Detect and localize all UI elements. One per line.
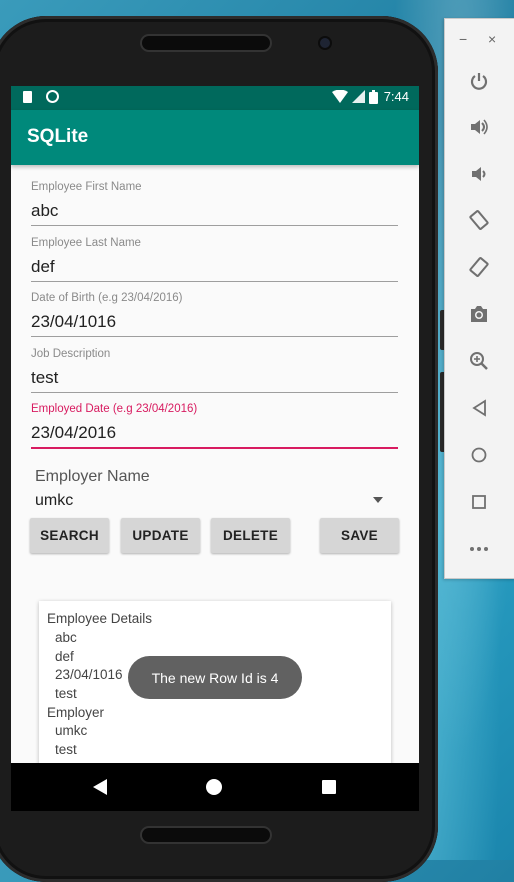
last-name-value[interactable]: def [31,257,398,277]
battery-icon [368,89,378,104]
details-first-name: abc [55,630,77,645]
dob-value[interactable]: 23/04/1016 [31,312,398,332]
rotate-right-icon[interactable] [467,255,491,279]
volume-up-icon[interactable] [467,115,491,139]
details-employer-name: umkc [55,723,88,738]
details-heading: Employee Details [47,611,153,626]
more-icon[interactable] [467,537,491,561]
first-name-value[interactable]: abc [31,201,398,221]
job-description-field[interactable]: Job Description test [31,348,398,393]
employed-date-underline [31,447,398,449]
delete-button[interactable]: DELETE [211,518,290,553]
details-employer-desc: test [55,742,77,757]
front-camera [320,38,330,48]
overview-icon[interactable] [467,490,491,514]
job-description-underline [31,392,398,393]
back-icon[interactable] [467,396,491,420]
wifi-icon [331,90,348,103]
volume-down-icon[interactable] [467,162,491,186]
dob-underline [31,336,398,337]
navigation-bar [11,763,419,811]
zoom-icon[interactable] [467,349,491,373]
dropdown-arrow-icon[interactable] [373,497,383,503]
rotate-left-icon[interactable] [467,208,491,232]
home-icon[interactable] [206,779,222,795]
update-button[interactable]: UPDATE [121,518,200,553]
toast-message: The new Row Id is 4 [128,656,302,699]
last-name-underline [31,281,398,282]
status-time: 7:44 [383,89,409,104]
app-bar: SQLite [11,110,419,165]
camera-icon[interactable] [467,302,491,326]
emulator-toolbar: − × [444,18,514,579]
device-screen: 7:44 SQLite Employee First Name abc Empl… [11,86,419,763]
last-name-field[interactable]: Employee Last Name def [31,237,398,282]
last-name-label: Employee Last Name [31,237,141,249]
employed-date-value[interactable]: 23/04/2016 [31,423,398,443]
employer-spinner[interactable]: umkc [35,492,73,510]
save-button[interactable]: SAVE [320,518,399,553]
app-title: SQLite [27,126,89,147]
employer-name-label: Employer Name [35,468,150,485]
employed-date-label: Employed Date (e.g 23/04/2016) [31,403,198,415]
sync-icon [46,90,59,103]
dob-field[interactable]: Date of Birth (e.g 23/04/2016) 23/04/101… [31,292,398,337]
back-icon[interactable] [93,779,107,795]
details-dob: 23/04/1016 [55,667,123,682]
close-button[interactable]: × [488,31,496,47]
minimize-button[interactable]: − [459,31,467,47]
first-name-underline [31,225,398,226]
home-icon[interactable] [467,443,491,467]
signal-icon [351,90,365,103]
details-last-name: def [55,649,74,664]
first-name-field[interactable]: Employee First Name abc [31,181,398,226]
status-bar: 7:44 [11,86,419,110]
job-description-value[interactable]: test [31,368,398,388]
sd-card-icon [23,90,32,103]
job-description-label: Job Description [31,348,111,360]
bottom-speaker [142,828,270,842]
employed-date-field[interactable]: Employed Date (e.g 23/04/2016) 23/04/201… [31,403,398,449]
details-job: test [55,686,77,701]
details-employer-heading: Employer [47,705,105,720]
recents-icon[interactable] [322,780,336,794]
power-icon[interactable] [467,69,491,93]
dob-label: Date of Birth (e.g 23/04/2016) [31,292,183,304]
search-button[interactable]: SEARCH [30,518,109,553]
first-name-label: Employee First Name [31,181,142,193]
earpiece-speaker [142,36,270,50]
